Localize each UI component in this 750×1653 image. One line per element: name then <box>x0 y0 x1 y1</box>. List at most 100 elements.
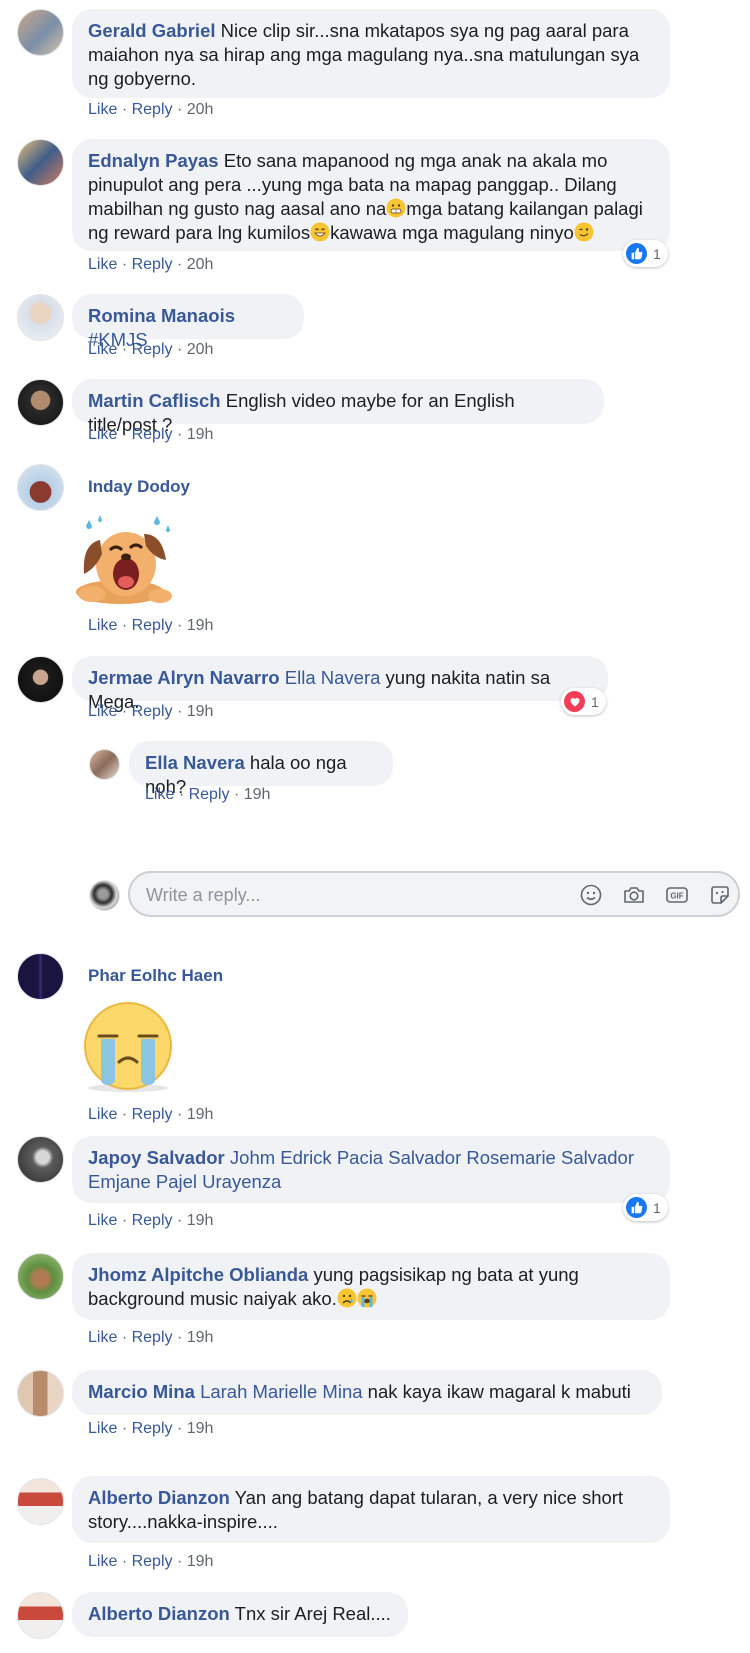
comment-timestamp[interactable]: 19h <box>187 703 214 720</box>
sad-emoji-icon <box>337 1288 357 1308</box>
comment-author[interactable]: Alberto Dianzon <box>88 1487 230 1508</box>
reply-link[interactable]: Reply <box>132 101 173 118</box>
comment-bubble: Alberto Dianzon Yan ang batang dapat tul… <box>72 1476 670 1543</box>
reaction-count-badge[interactable]: 1 <box>623 1194 668 1221</box>
camera-icon[interactable] <box>622 883 646 907</box>
like-link[interactable]: Like <box>88 1106 117 1123</box>
like-link[interactable]: Like <box>88 1420 117 1437</box>
reply-link[interactable]: Reply <box>132 1329 173 1346</box>
reply-link[interactable]: Reply <box>132 1420 173 1437</box>
reply-composer[interactable]: GIF <box>128 871 740 917</box>
avatar[interactable] <box>17 379 64 426</box>
reaction-count: 1 <box>653 245 661 262</box>
like-link[interactable]: Like <box>145 786 174 803</box>
separator: · <box>121 617 128 634</box>
reply-link[interactable]: Reply <box>132 617 173 634</box>
avatar[interactable] <box>17 1253 64 1300</box>
avatar[interactable] <box>17 1370 64 1417</box>
separator: · <box>176 703 183 720</box>
svg-text:GIF: GIF <box>670 892 683 901</box>
emoji-icon[interactable] <box>579 883 603 907</box>
comment-timestamp[interactable]: 19h <box>187 1420 214 1437</box>
comment-timestamp[interactable]: 19h <box>187 1329 214 1346</box>
comment-bubble: Martin Caflisch English video maybe for … <box>72 379 604 435</box>
separator: · <box>121 426 128 443</box>
like-link[interactable]: Like <box>88 256 117 273</box>
reply-link[interactable]: Reply <box>132 1212 173 1229</box>
like-link[interactable]: Like <box>88 617 117 634</box>
like-link[interactable]: Like <box>88 1553 117 1570</box>
reply-link[interactable]: Reply <box>132 256 173 273</box>
comment-timestamp[interactable]: 20h <box>187 101 214 118</box>
comment-author[interactable]: Ednalyn Payas <box>88 150 219 171</box>
reply-link[interactable]: Reply <box>132 1553 173 1570</box>
avatar[interactable] <box>17 953 64 1000</box>
like-link[interactable]: Like <box>88 1212 117 1229</box>
comment-actions: Like · Reply · 19h <box>88 1106 213 1124</box>
avatar[interactable] <box>17 1478 64 1525</box>
like-reaction-icon <box>626 1197 647 1218</box>
comment-author[interactable]: Gerald Gabriel <box>88 20 216 41</box>
separator: · <box>233 786 240 803</box>
like-link[interactable]: Like <box>88 101 117 118</box>
avatar[interactable] <box>17 656 64 703</box>
comment-timestamp[interactable]: 20h <box>187 256 214 273</box>
comment-author[interactable]: Romina Manaois <box>88 305 235 326</box>
mention-link[interactable]: Larah Marielle Mina <box>200 1381 362 1402</box>
avatar[interactable] <box>17 9 64 56</box>
reply-link[interactable]: Reply <box>132 341 173 358</box>
like-link[interactable]: Like <box>88 341 117 358</box>
reply-link[interactable]: Reply <box>189 786 230 803</box>
separator: · <box>176 1329 183 1346</box>
gif-icon[interactable]: GIF <box>665 883 689 907</box>
comment-timestamp[interactable]: 19h <box>187 426 214 443</box>
comment-timestamp[interactable]: 19h <box>187 1553 214 1570</box>
separator: · <box>121 1420 128 1437</box>
reply-link[interactable]: Reply <box>132 703 173 720</box>
reaction-count-badge[interactable]: 1 <box>561 688 606 715</box>
separator: · <box>121 256 128 273</box>
comment-timestamp[interactable]: 20h <box>187 341 214 358</box>
comment-timestamp[interactable]: 19h <box>187 1212 214 1229</box>
mention-link[interactable]: Ella Navera <box>285 667 381 688</box>
sticker-icon[interactable] <box>708 883 732 907</box>
comment-actions: Like · Reply · 19h <box>88 617 213 635</box>
comment-bubble: Alberto Dianzon Tnx sir Arej Real.... <box>72 1592 408 1637</box>
comment-author[interactable]: Alberto Dianzon <box>88 1603 230 1624</box>
comment-author[interactable]: Ella Navera <box>145 752 245 773</box>
reaction-count: 1 <box>591 693 599 710</box>
reaction-count-badge[interactable]: 1 <box>623 240 668 267</box>
avatar[interactable] <box>17 1592 64 1639</box>
comment-author[interactable]: Phar Eolhc Haen <box>88 966 223 986</box>
comment-author[interactable]: Japoy Salvador <box>88 1147 225 1168</box>
comment-actions: Like · Reply · 20h <box>88 341 213 359</box>
comment-actions: Like · Reply · 19h <box>88 1212 213 1230</box>
comment-author[interactable]: Jhomz Alpitche Oblianda <box>88 1264 308 1285</box>
comment-author[interactable]: Inday Dodoy <box>88 477 190 497</box>
reply-input[interactable] <box>144 882 528 908</box>
reply-link[interactable]: Reply <box>132 426 173 443</box>
like-link[interactable]: Like <box>88 1329 117 1346</box>
separator: · <box>176 617 183 634</box>
like-link[interactable]: Like <box>88 703 117 720</box>
avatar[interactable] <box>89 749 120 780</box>
avatar[interactable] <box>17 1136 64 1183</box>
separator: · <box>121 1329 128 1346</box>
comment-timestamp[interactable]: 19h <box>187 617 214 634</box>
separator: · <box>176 341 183 358</box>
like-link[interactable]: Like <box>88 426 117 443</box>
separator: · <box>121 1553 128 1570</box>
comment-timestamp[interactable]: 19h <box>244 786 271 803</box>
avatar[interactable] <box>17 464 64 511</box>
separator: · <box>121 1212 128 1229</box>
reply-link[interactable]: Reply <box>132 1106 173 1123</box>
comment-author[interactable]: Jermae Alryn Navarro <box>88 667 280 688</box>
separator: · <box>176 1553 183 1570</box>
comment-author[interactable]: Martin Caflisch <box>88 390 221 411</box>
reply-bubble: Ella Navera hala oo nga noh? <box>129 741 393 797</box>
avatar[interactable] <box>17 294 64 341</box>
avatar[interactable] <box>17 139 64 186</box>
comment-author[interactable]: Marcio Mina <box>88 1381 195 1402</box>
comment-timestamp[interactable]: 19h <box>187 1106 214 1123</box>
comment-actions: Like · Reply · 19h <box>88 426 213 444</box>
